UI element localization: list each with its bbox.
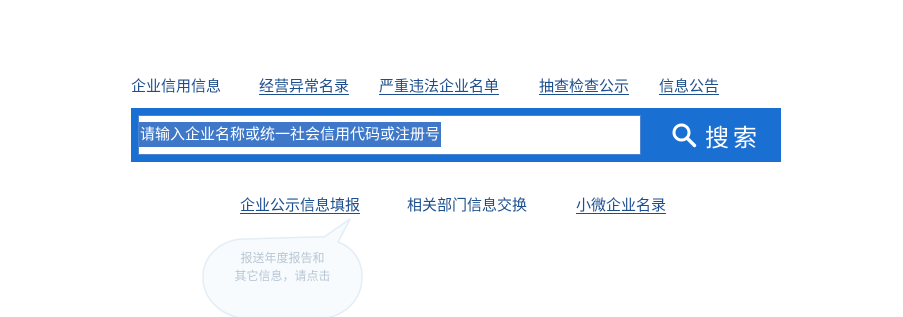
tab-spot-check-disclosure[interactable]: 抽查检查公示	[539, 75, 629, 97]
link-department-info-exchange[interactable]: 相关部门信息交换	[407, 194, 527, 216]
link-public-info-filing[interactable]: 企业公示信息填报	[240, 194, 360, 216]
search-button-label[interactable]: 搜索	[705, 118, 761, 153]
bubble-text: 报送年度报告和 其它信息，请点击	[220, 249, 345, 285]
search-button[interactable]: 搜索	[651, 108, 781, 162]
search-input[interactable]: 请输入企业名称或统一社会信用代码或注册号	[138, 115, 641, 155]
bubble-line-2: 其它信息，请点击	[234, 269, 331, 283]
search-input-text[interactable]: 请输入企业名称或统一社会信用代码或注册号	[139, 122, 442, 147]
annual-report-bubble[interactable]: 报送年度报告和 其它信息，请点击	[200, 217, 365, 317]
tab-announcements[interactable]: 信息公告	[659, 75, 719, 97]
tab-abnormal-operation-list[interactable]: 经营异常名录	[259, 75, 349, 97]
search-icon	[672, 123, 697, 148]
bubble-line-1: 报送年度报告和	[240, 251, 325, 265]
link-small-micro-enterprise-list[interactable]: 小微企业名录	[576, 194, 666, 216]
tab-serious-violation-list[interactable]: 严重违法企业名单	[379, 75, 499, 97]
page: 企业信用信息 经营异常名录 严重违法企业名单 抽查检查公示 信息公告 请输入企业…	[0, 0, 903, 317]
tab-enterprise-credit-info[interactable]: 企业信用信息	[131, 75, 221, 97]
search-bar: 请输入企业名称或统一社会信用代码或注册号 搜索	[131, 108, 781, 162]
